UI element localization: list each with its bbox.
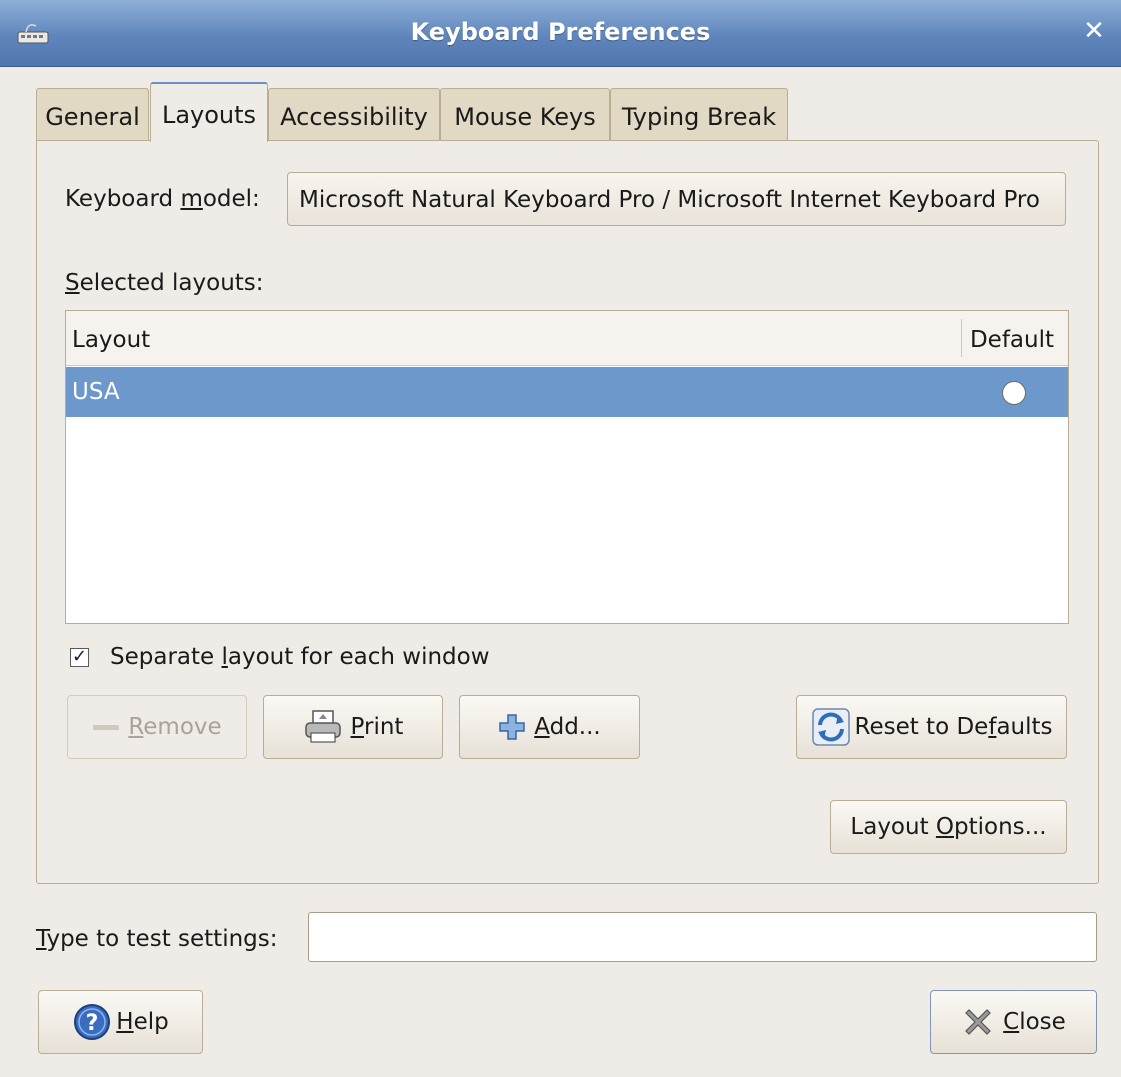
svg-text:?: ? bbox=[86, 1011, 99, 1036]
selected-layouts-label: Selected layouts: bbox=[65, 270, 264, 296]
test-settings-label: Type to test settings: bbox=[36, 926, 278, 952]
close-label: Close bbox=[1003, 1009, 1066, 1035]
layout-name: USA bbox=[72, 379, 120, 405]
remove-label: Remove bbox=[128, 714, 222, 740]
tab-general[interactable]: General bbox=[36, 88, 149, 140]
help-label: Help bbox=[116, 1009, 169, 1035]
add-label: Add... bbox=[534, 714, 601, 740]
layouts-table[interactable]: Layout Default USA bbox=[65, 310, 1069, 624]
tab-layouts[interactable]: Layouts bbox=[150, 82, 268, 142]
reset-label: Reset to Defaults bbox=[854, 714, 1053, 740]
add-button[interactable]: Add... bbox=[459, 695, 640, 759]
separate-layout-label: Separate layout for each window bbox=[110, 644, 490, 670]
column-header-default[interactable]: Default bbox=[970, 327, 1054, 353]
print-label: Print bbox=[350, 714, 404, 740]
minus-icon bbox=[93, 725, 120, 730]
help-button[interactable]: ? Help bbox=[38, 990, 203, 1054]
tab-accessibility[interactable]: Accessibility bbox=[268, 88, 440, 140]
separate-layout-checkbox[interactable]: ✓ bbox=[70, 648, 89, 667]
layout-options-button[interactable]: Layout Options... bbox=[830, 800, 1067, 854]
close-x-icon bbox=[965, 1009, 992, 1035]
title-bar[interactable]: Keyboard Preferences ✕ bbox=[0, 0, 1121, 67]
tab-typing-break[interactable]: Typing Break bbox=[610, 88, 788, 140]
test-settings-input[interactable] bbox=[308, 912, 1097, 962]
close-button[interactable]: Close bbox=[930, 990, 1097, 1054]
printer-icon bbox=[304, 710, 341, 743]
remove-button[interactable]: Remove bbox=[67, 695, 247, 759]
column-separator bbox=[961, 319, 962, 357]
refresh-icon bbox=[811, 708, 850, 746]
table-header: Layout Default bbox=[66, 311, 1068, 366]
keyboard-model-button[interactable]: Microsoft Natural Keyboard Pro / Microso… bbox=[287, 172, 1066, 226]
column-header-layout[interactable]: Layout bbox=[72, 327, 150, 353]
layout-options-label: Layout Options... bbox=[850, 814, 1047, 840]
reset-to-defaults-button[interactable]: Reset to Defaults bbox=[796, 695, 1067, 759]
keyboard-model-label: Keyboard model: bbox=[65, 186, 260, 212]
help-icon: ? bbox=[74, 1004, 111, 1040]
print-button[interactable]: Print bbox=[263, 695, 443, 759]
table-row[interactable]: USA bbox=[66, 367, 1068, 417]
close-icon[interactable]: ✕ bbox=[1079, 16, 1109, 46]
tab-mouse-keys[interactable]: Mouse Keys bbox=[440, 88, 610, 140]
default-radio[interactable] bbox=[1002, 381, 1026, 405]
plus-icon bbox=[499, 714, 525, 740]
window-title: Keyboard Preferences bbox=[410, 18, 711, 46]
